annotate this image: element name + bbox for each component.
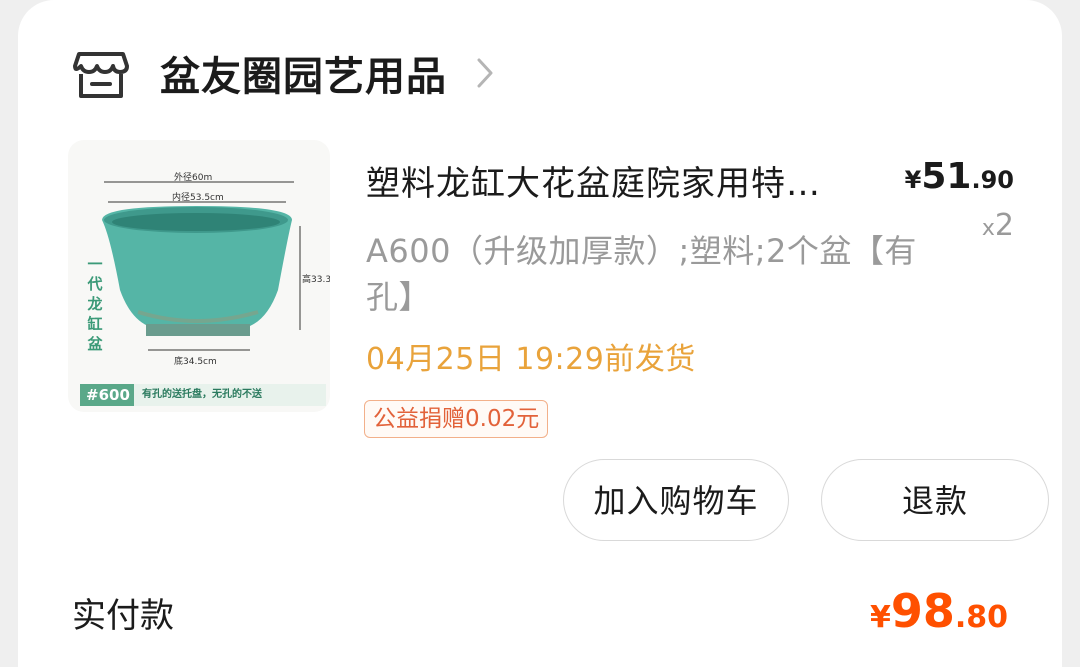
product-spec: A600（升级加厚款）;塑料;2个盆【有孔】 — [366, 232, 917, 316]
paid-currency: ¥ — [869, 600, 891, 635]
quantity-prefix: x — [981, 216, 995, 241]
unit-price: ¥51.90 — [905, 156, 1014, 197]
store-icon — [73, 52, 129, 98]
shop-name[interactable]: 盆友圈园艺用品 — [160, 44, 447, 102]
amount-paid: ¥98.80 — [870, 584, 1008, 638]
add-to-cart-button[interactable]: 加入购物车 — [563, 459, 789, 541]
shipping-deadline: 04月25日 19:29前发货 — [366, 342, 696, 377]
quantity-value: 2 — [994, 208, 1014, 243]
price-integer: 51 — [921, 156, 972, 197]
height-label: 高33.3cm — [302, 275, 330, 285]
quantity: x2 — [982, 208, 1014, 243]
product-thumbnail[interactable]: 外径60m 内径53.5cm 高33.3cm 底34.5cm 一代龙缸盆 #60… — [68, 140, 330, 412]
price-decimal: .90 — [971, 166, 1014, 194]
charity-tag[interactable]: 公益捐赠0.02元 — [364, 400, 549, 438]
amount-paid-label: 实付款 — [72, 596, 174, 636]
refund-button[interactable]: 退款 — [821, 459, 1049, 541]
tray-note: 有孔的送托盘，无孔的不送 — [134, 384, 326, 406]
base-label: 底34.5cm — [174, 357, 217, 367]
outer-diameter-label: 外径60m — [174, 173, 213, 183]
paid-decimal: .80 — [954, 600, 1008, 635]
paid-integer: 98 — [890, 584, 955, 638]
chevron-right-icon — [477, 58, 493, 88]
product-title[interactable]: 塑料龙缸大花盆庭院家用特… — [366, 156, 906, 205]
order-card: 盆友圈园艺用品 外径60m 内径53.5cm 高33.3cm 底34.5cm 一… — [18, 0, 1062, 667]
price-currency: ¥ — [904, 166, 922, 194]
model-badge: #600 — [80, 384, 136, 406]
shop-header[interactable]: 盆友圈园艺用品 — [72, 40, 493, 106]
inner-diameter-label: 内径53.5cm — [172, 193, 224, 203]
vertical-product-label: 一代龙缸盆 — [87, 255, 103, 353]
